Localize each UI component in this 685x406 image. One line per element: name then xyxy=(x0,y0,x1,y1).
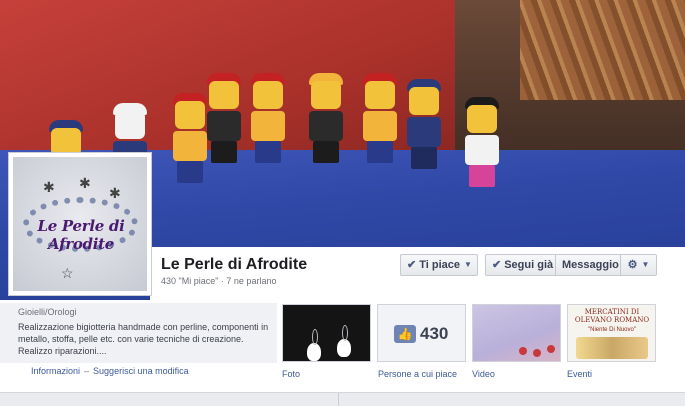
video-image xyxy=(547,345,555,353)
like-button[interactable]: ✔ Ti piace ▼ xyxy=(400,254,478,276)
follow-button-label: Segui già xyxy=(504,259,554,271)
tab-likes[interactable]: Persone a cui piace xyxy=(378,369,457,379)
check-icon: ✔ xyxy=(407,259,417,271)
toy-figure xyxy=(172,93,208,193)
toy-figure xyxy=(406,79,442,179)
photos-thumbnail[interactable] xyxy=(282,304,371,362)
message-button[interactable]: Messaggio xyxy=(555,254,621,276)
like-button-label: Ti piace xyxy=(419,259,460,271)
earring-image xyxy=(337,325,351,357)
toy-figure xyxy=(464,97,500,197)
gear-icon: ⚙ xyxy=(627,259,638,271)
video-thumbnail[interactable] xyxy=(472,304,561,362)
timeline-divider xyxy=(0,392,685,406)
message-button-label: Messaggio xyxy=(562,259,619,271)
thumbs-up-icon: 👍 xyxy=(394,325,416,343)
page-category[interactable]: Gioielli/Orologi xyxy=(18,307,269,317)
star-charm-icon: ☆ xyxy=(61,265,74,281)
star-charm-icon: ✱ xyxy=(79,175,91,191)
events-poster-title: MERCATINI DI OLEVANO ROMANO xyxy=(574,308,650,324)
page-stats: 430 "Mi piace" · 7 ne parlano xyxy=(161,276,277,286)
caret-down-icon: ▼ xyxy=(641,260,650,269)
links-separator: – xyxy=(84,366,90,376)
star-charm-icon: ✱ xyxy=(109,185,121,201)
toy-figure xyxy=(362,73,398,173)
logo-text: Le Perle di Afrodite xyxy=(37,217,125,253)
toy-figure xyxy=(206,73,242,173)
earring-image xyxy=(307,329,321,361)
follow-button[interactable]: ✔ Segui già xyxy=(485,254,556,276)
caret-down-icon: ▼ xyxy=(463,260,472,269)
info-link[interactable]: Informazioni xyxy=(31,366,80,376)
about-links: Informazioni – Suggerisci una modifica xyxy=(31,366,189,376)
page-title[interactable]: Le Perle di Afrodite xyxy=(161,256,307,274)
tab-eventi[interactable]: Eventi xyxy=(567,369,592,379)
toy-figure xyxy=(250,73,286,173)
events-poster-image xyxy=(576,337,648,359)
likes-count: 430 xyxy=(420,324,449,343)
events-thumbnail[interactable]: MERCATINI DI OLEVANO ROMANO "Niente Di N… xyxy=(567,304,656,362)
video-image xyxy=(519,347,527,355)
events-poster-subtitle: "Niente Di Nuovo" xyxy=(588,327,636,333)
video-image xyxy=(533,349,541,357)
profile-picture-image: ✱ ✱ ✱ ☆ Le Perle di Afrodite xyxy=(13,157,147,291)
cover-chair xyxy=(520,0,685,100)
gear-menu-button[interactable]: ⚙ ▼ xyxy=(620,254,657,276)
about-box: Gioielli/Orologi Realizzazione bigiotter… xyxy=(0,303,277,363)
profile-picture[interactable]: ✱ ✱ ✱ ☆ Le Perle di Afrodite xyxy=(8,152,152,296)
check-icon: ✔ xyxy=(492,259,502,271)
tab-video[interactable]: Video xyxy=(472,369,495,379)
star-charm-icon: ✱ xyxy=(43,179,55,195)
suggest-edit-link[interactable]: Suggerisci una modifica xyxy=(93,366,189,376)
toy-figure xyxy=(308,73,344,173)
likes-thumbnail[interactable]: 👍 430 xyxy=(377,304,466,362)
timeline-tick xyxy=(338,393,339,406)
tab-foto[interactable]: Foto xyxy=(282,369,300,379)
page-description: Realizzazione bigiotteria handmade con p… xyxy=(18,322,269,356)
